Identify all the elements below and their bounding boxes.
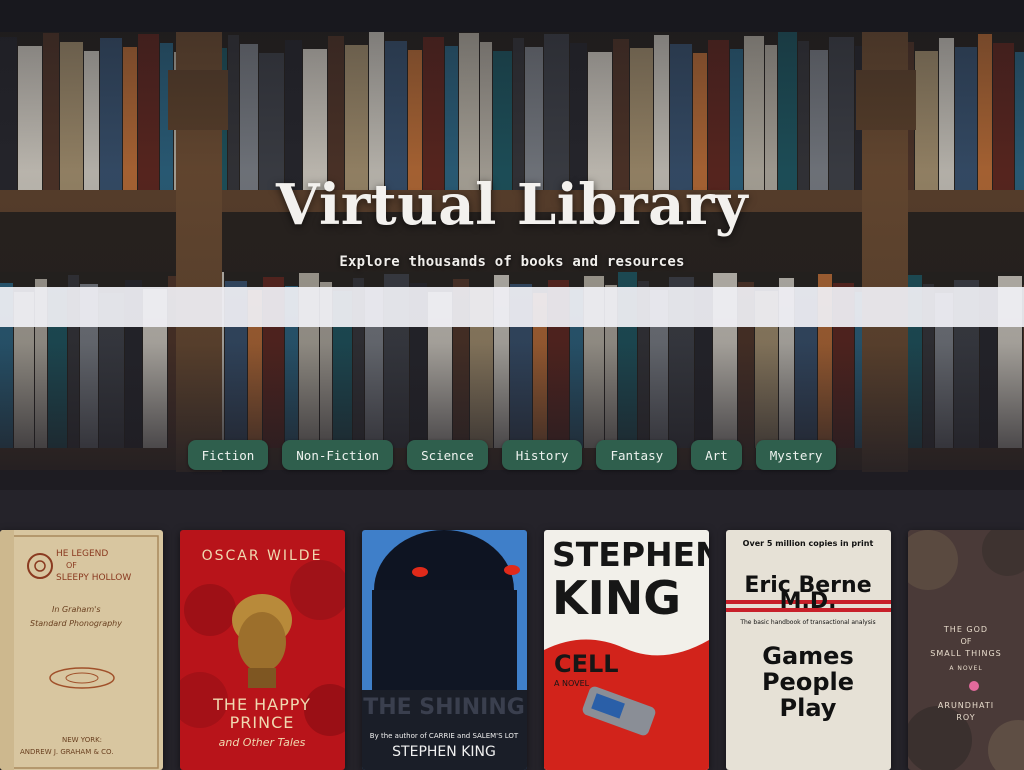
genre-button-fiction[interactable]: Fiction bbox=[187, 440, 269, 470]
book-card-games-people-play[interactable]: Over 5 million copies in print Eric Bern… bbox=[726, 530, 891, 770]
genre-button-science[interactable]: Science bbox=[407, 440, 488, 470]
book-subtitle: and Other Tales bbox=[219, 736, 306, 749]
book-card-cell[interactable]: STEPHEN KING CELL A NOVEL bbox=[544, 530, 709, 770]
book-cover: OSCAR WILDE THE HAPPY PRINCE and Other T… bbox=[180, 530, 345, 770]
genre-filter-bar: Fiction Non-Fiction Science History Fant… bbox=[0, 440, 1024, 470]
genre-button-non-fiction[interactable]: Non-Fiction bbox=[282, 440, 394, 470]
book-title: CELL bbox=[554, 650, 619, 678]
book-author: ARUNDHATI bbox=[938, 701, 994, 710]
glowing-eye-icon bbox=[504, 565, 520, 575]
book-card-god-of-small-things[interactable]: THE GOD OF SMALL THINGS A NOVEL ARUNDHAT… bbox=[908, 530, 1024, 770]
cover-line: SLEEPY HOLLOW bbox=[56, 573, 131, 583]
page-subtitle: Explore thousands of books and resources bbox=[339, 254, 685, 270]
genre-button-mystery[interactable]: Mystery bbox=[755, 440, 837, 470]
book-author: STEPHEN KING bbox=[392, 744, 496, 760]
book-title: Play bbox=[780, 694, 837, 722]
glowing-eye-icon bbox=[412, 567, 428, 577]
book-tag: A NOVEL bbox=[554, 679, 590, 688]
book-tag: A NOVEL bbox=[949, 665, 982, 672]
hero-banner: Virtual Library Explore thousands of boo… bbox=[0, 0, 1024, 490]
hero-overlay bbox=[0, 0, 1024, 490]
book-cover: STEPHEN KING CELL A NOVEL bbox=[544, 530, 709, 770]
book-author: M.D. bbox=[780, 589, 837, 614]
book-title: THE GOD bbox=[943, 625, 988, 634]
genre-button-fantasy[interactable]: Fantasy bbox=[596, 440, 678, 470]
book-author: ROY bbox=[956, 713, 975, 722]
book-note: The basic handbook of transactional anal… bbox=[739, 619, 875, 626]
book-author: OSCAR WILDE bbox=[202, 548, 323, 564]
page-title: Virtual Library bbox=[275, 172, 748, 238]
book-byline: By the author of CARRIE and SALEM'S LOT bbox=[370, 732, 519, 740]
book-title: OF bbox=[961, 637, 972, 646]
book-carousel: HE LEGEND OF SLEEPY HOLLOW In Graham's S… bbox=[0, 530, 1024, 770]
book-cover: Over 5 million copies in print Eric Bern… bbox=[726, 530, 891, 770]
genre-button-art[interactable]: Art bbox=[691, 440, 742, 470]
book-title: PRINCE bbox=[230, 713, 295, 732]
genre-button-history[interactable]: History bbox=[501, 440, 583, 470]
cover-line: ANDREW J. GRAHAM & CO. bbox=[20, 748, 114, 756]
search-input[interactable] bbox=[0, 287, 1024, 327]
book-cover: HE LEGEND OF SLEEPY HOLLOW In Graham's S… bbox=[0, 530, 163, 770]
cover-line: In Graham's bbox=[52, 605, 101, 614]
book-cover: THE GOD OF SMALL THINGS A NOVEL ARUNDHAT… bbox=[908, 530, 1024, 770]
book-card-sleepy-hollow[interactable]: HE LEGEND OF SLEEPY HOLLOW In Graham's S… bbox=[0, 530, 163, 770]
book-cover: THE SHINING By the author of CARRIE and … bbox=[362, 530, 527, 770]
book-title: People bbox=[762, 668, 854, 696]
book-author: KING bbox=[552, 571, 681, 625]
book-title: Games bbox=[762, 642, 853, 670]
book-title: SMALL THINGS bbox=[930, 649, 1001, 658]
flower-icon bbox=[969, 681, 979, 691]
book-card-the-shining[interactable]: THE SHINING By the author of CARRIE and … bbox=[362, 530, 527, 770]
cover-line: NEW YORK: bbox=[62, 736, 102, 744]
cover-line: HE LEGEND bbox=[56, 549, 108, 559]
cover-line: Standard Phonography bbox=[30, 619, 122, 628]
book-card-happy-prince[interactable]: OSCAR WILDE THE HAPPY PRINCE and Other T… bbox=[180, 530, 345, 770]
book-tagline: Over 5 million copies in print bbox=[743, 539, 874, 548]
book-title: THE SHINING bbox=[363, 695, 525, 720]
book-title: THE HAPPY bbox=[212, 695, 311, 714]
cover-line: OF bbox=[66, 561, 77, 570]
book-author: STEPHEN bbox=[552, 535, 709, 574]
